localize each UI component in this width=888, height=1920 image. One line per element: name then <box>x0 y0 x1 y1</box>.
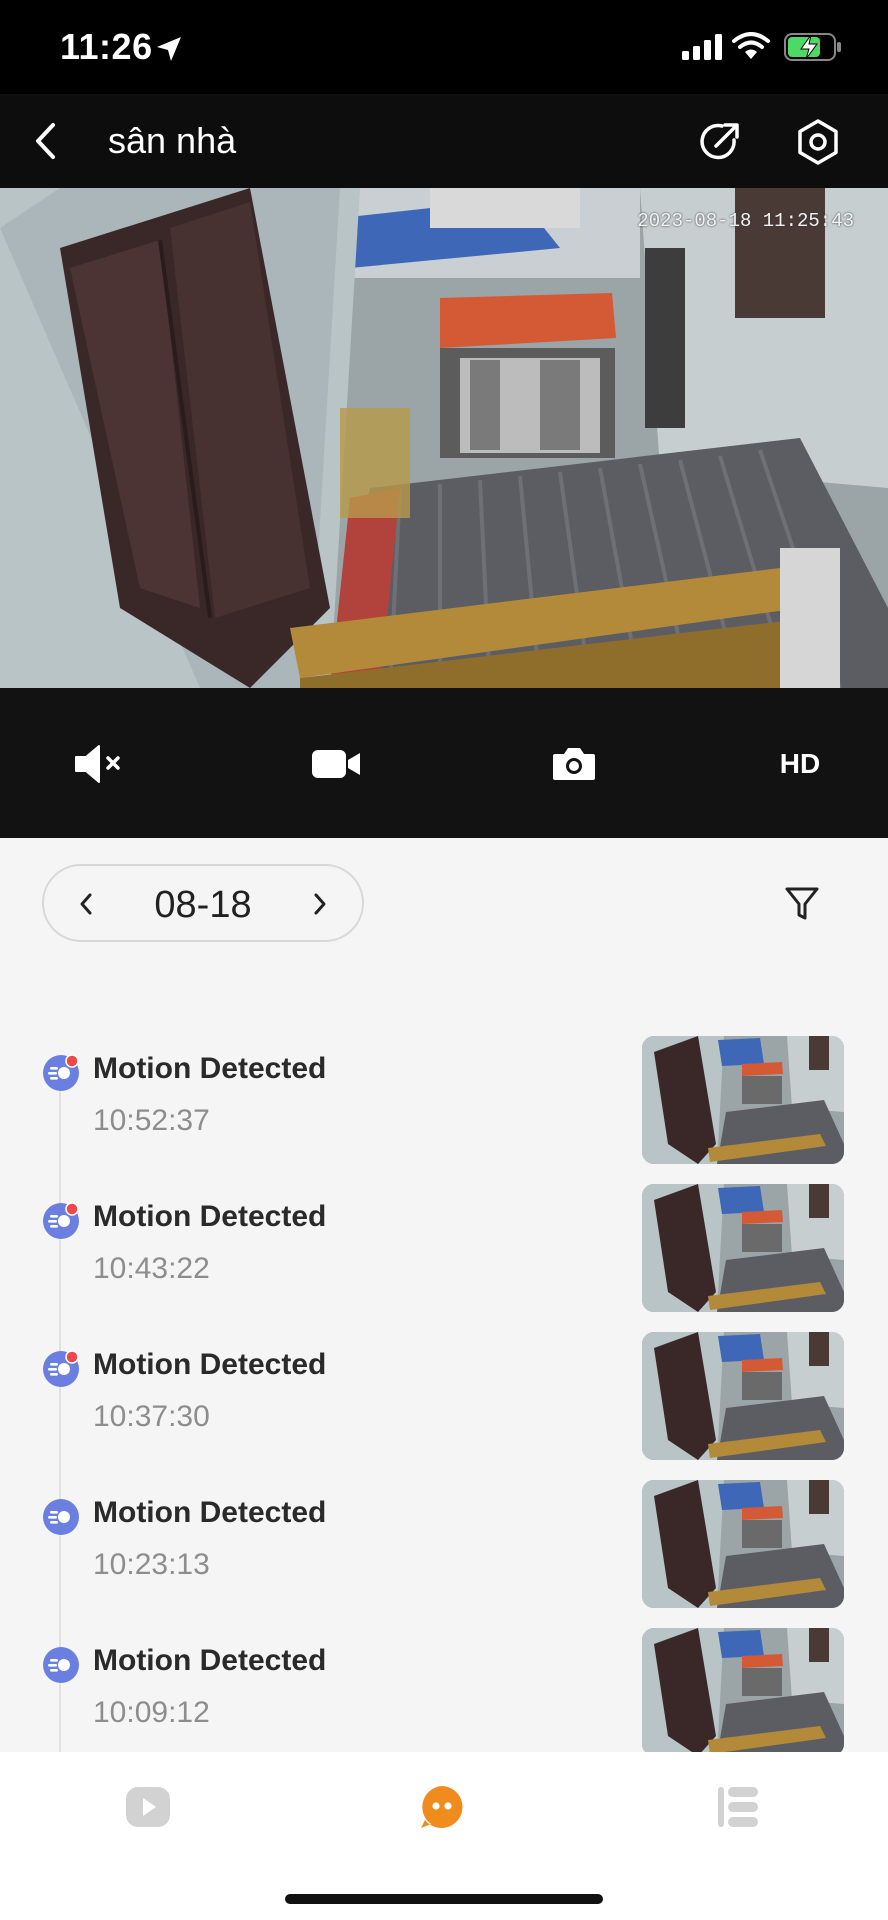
event-time: 10:52:37 <box>93 1104 210 1137</box>
header-bar: sân nhà <box>0 94 888 188</box>
bottom-nav <box>0 1752 888 1920</box>
event-title: Motion Detected <box>93 1348 327 1381</box>
live-video-feed[interactable]: 2023-08-18 11:25:43 <box>0 188 888 688</box>
event-time: 10:37:30 <box>93 1400 210 1433</box>
event-thumbnail[interactable] <box>642 1332 844 1460</box>
event-thumbnail[interactable] <box>642 1628 844 1756</box>
filter-button[interactable] <box>776 876 828 932</box>
settings-button[interactable] <box>792 116 844 168</box>
video-timestamp: 2023-08-18 11:25:43 <box>637 210 854 232</box>
event-thumbnail[interactable] <box>642 1480 844 1608</box>
settings-icon <box>798 119 838 165</box>
motion-event-icon <box>42 1054 80 1092</box>
home-indicator <box>285 1894 603 1904</box>
status-bar: 11:26 <box>0 0 888 94</box>
motion-event-icon <box>42 1202 80 1240</box>
event-item[interactable]: Motion Detected 10:09:12 <box>0 1628 888 1758</box>
snapshot-icon <box>553 748 595 780</box>
event-thumbnail[interactable] <box>642 1184 844 1312</box>
nav-playback[interactable] <box>116 1778 180 1836</box>
next-date-button[interactable] <box>300 882 340 926</box>
event-time: 10:43:22 <box>93 1252 210 1285</box>
playback-icon <box>126 1787 170 1827</box>
motion-event-icon <box>42 1350 80 1388</box>
snapshot-button[interactable] <box>544 736 604 792</box>
event-item[interactable]: Motion Detected 10:37:30 <box>0 1332 888 1462</box>
event-time: 10:09:12 <box>93 1696 210 1729</box>
messages-icon <box>421 1786 463 1828</box>
event-item[interactable]: Motion Detected 10:52:37 <box>0 1036 888 1166</box>
cellular-signal-icon <box>682 34 722 65</box>
filter-icon <box>785 887 819 920</box>
motion-event-icon <box>42 1646 80 1684</box>
event-title: Motion Detected <box>93 1496 327 1529</box>
event-title: Motion Detected <box>93 1644 327 1677</box>
next-chevron-icon <box>314 893 326 915</box>
nav-messages[interactable] <box>410 1778 474 1836</box>
share-icon <box>700 123 739 160</box>
status-time: 11:26 <box>60 26 153 67</box>
event-title: Motion Detected <box>93 1200 327 1233</box>
event-title: Motion Detected <box>93 1052 327 1085</box>
record-button[interactable] <box>306 736 366 792</box>
event-thumbnail[interactable] <box>642 1036 844 1164</box>
back-chevron-icon <box>36 123 55 159</box>
event-item[interactable]: Motion Detected 10:23:13 <box>0 1480 888 1610</box>
list-icon <box>718 1787 758 1827</box>
back-button[interactable] <box>20 114 70 168</box>
video-controls: HD <box>0 688 888 838</box>
share-button[interactable] <box>694 116 746 168</box>
battery-charging-icon <box>784 32 842 67</box>
motion-event-icon <box>42 1498 80 1536</box>
page-title: sân nhà <box>108 120 237 161</box>
date-picker: 08-18 <box>42 864 364 942</box>
nav-list[interactable] <box>706 1778 770 1836</box>
wifi-icon <box>732 32 770 65</box>
record-icon <box>312 750 360 778</box>
location-arrow-icon <box>154 34 184 69</box>
event-item[interactable]: Motion Detected 10:43:22 <box>0 1184 888 1314</box>
quality-toggle[interactable]: HD <box>770 736 830 792</box>
mute-button[interactable] <box>70 736 130 792</box>
mute-icon <box>75 745 120 783</box>
event-time: 10:23:13 <box>93 1548 210 1581</box>
